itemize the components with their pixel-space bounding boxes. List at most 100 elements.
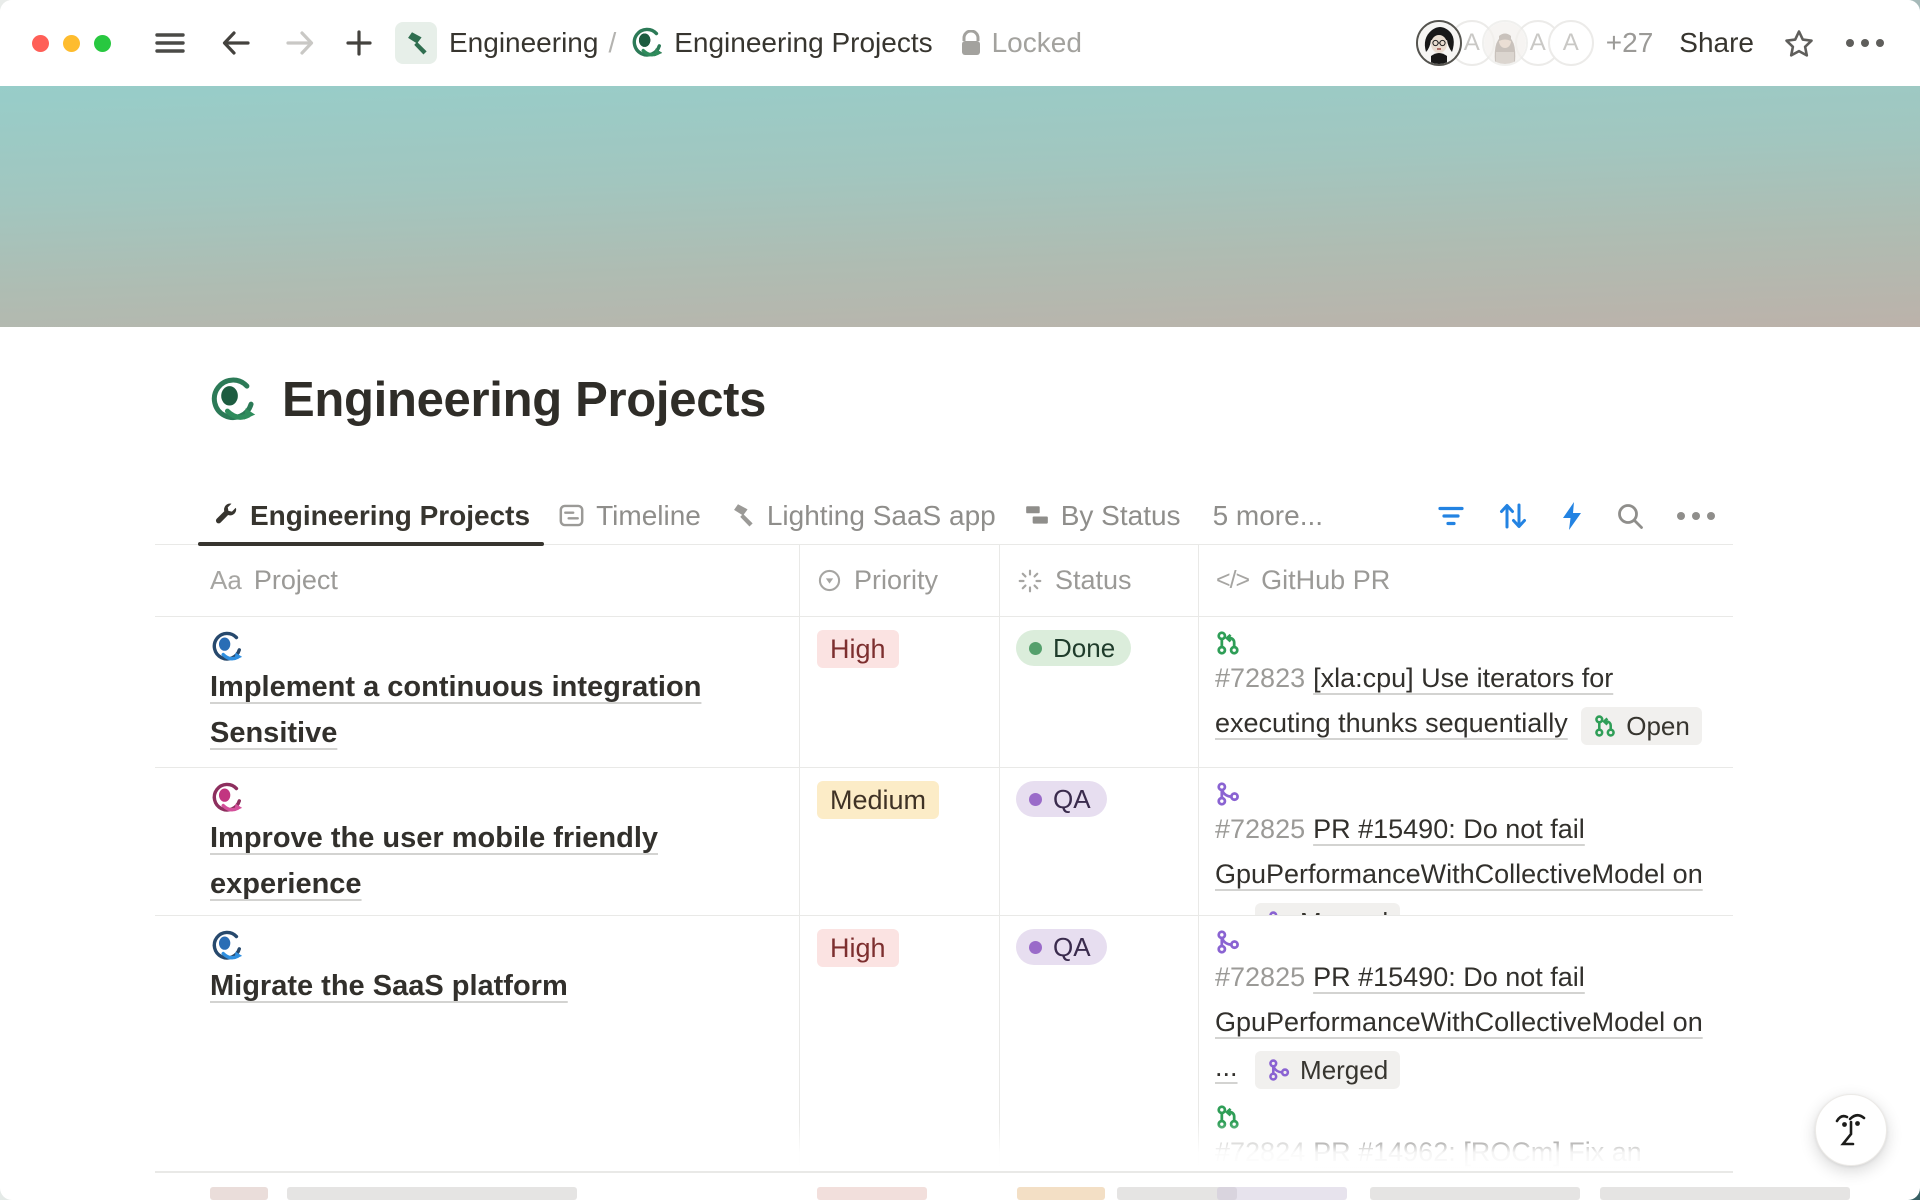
star-icon: [1784, 29, 1814, 58]
sort-button[interactable]: [1498, 502, 1528, 530]
pr-state-badge[interactable]: Open: [1581, 707, 1702, 745]
column-label: Status: [1055, 565, 1132, 596]
avatar-letter-3[interactable]: A: [1548, 20, 1594, 66]
priority-tag: High: [817, 630, 899, 668]
status-tag: QA: [1016, 781, 1107, 817]
tab-lighting-saas-app[interactable]: Lighting SaaS app: [715, 487, 1010, 544]
pr-state-badge[interactable]: Merged: [1255, 903, 1400, 916]
tab-timeline[interactable]: Timeline: [544, 487, 715, 544]
sidebar-toggle-button[interactable]: [155, 31, 185, 55]
page-cover[interactable]: [0, 86, 1920, 327]
more-views-button[interactable]: 5 more...: [1201, 500, 1335, 532]
status-label: QA: [1053, 929, 1091, 965]
table-row: Implement a continuous integration Sensi…: [155, 617, 1733, 768]
breadcrumb-separator: /: [608, 27, 616, 59]
status-tag: Done: [1016, 630, 1131, 666]
close-window-button[interactable]: [32, 35, 49, 52]
lock-label: Locked: [992, 27, 1082, 59]
pr-entry: #72825PR #15490: Do not fail GpuPerforma…: [1215, 929, 1709, 1090]
tab-label: Timeline: [596, 500, 701, 532]
bottom-fade-overlay: [155, 1122, 1733, 1171]
presence-avatars[interactable]: A A A: [1416, 20, 1594, 66]
pr-number: #72823: [1215, 663, 1305, 693]
page-header: Engineering Projects: [208, 372, 766, 428]
project-title-link[interactable]: Implement a continuous integration Sensi…: [210, 671, 701, 749]
filter-icon: [1437, 504, 1465, 528]
minimize-window-button[interactable]: [63, 35, 80, 52]
status-property-icon: [1017, 568, 1043, 594]
lock-status[interactable]: Locked: [959, 27, 1082, 59]
favorite-button[interactable]: [1784, 29, 1814, 58]
sort-icon: [1498, 502, 1528, 530]
column-header-project[interactable]: Aa Project: [155, 545, 800, 616]
status-tag: QA: [1016, 929, 1107, 965]
wrench-icon: [212, 502, 239, 529]
breadcrumb-page[interactable]: Engineering Projects: [674, 27, 932, 59]
page-title-cycle-icon[interactable]: [208, 375, 258, 425]
view-more-button[interactable]: [1677, 512, 1715, 520]
view-toolbar: [1437, 501, 1733, 531]
forward-button[interactable]: [285, 30, 315, 56]
avatar-photo-1[interactable]: [1416, 20, 1462, 66]
presence-overflow-count[interactable]: +27: [1606, 27, 1654, 59]
cell-priority[interactable]: High: [800, 617, 1000, 767]
project-title-link[interactable]: Migrate the SaaS platform: [210, 970, 568, 1002]
tab-label: Engineering Projects: [250, 500, 530, 532]
pr-open-icon: [1215, 630, 1241, 656]
view-tabs-bar: Engineering Projects Timeline Lighting S…: [155, 487, 1733, 545]
cell-status[interactable]: QA: [1000, 768, 1199, 916]
pr-open-icon: [1593, 714, 1617, 738]
filter-button[interactable]: [1437, 504, 1465, 528]
hamburger-icon: [155, 31, 185, 55]
pr-state-badge[interactable]: Merged: [1255, 1051, 1400, 1089]
pr-number: #72825: [1215, 962, 1305, 992]
forward-arrow-icon: [285, 30, 315, 56]
tab-engineering-projects[interactable]: Engineering Projects: [198, 487, 544, 544]
cell-github-pr[interactable]: #72825PR #15490: Do not fail GpuPerforma…: [1199, 768, 1733, 916]
new-page-button[interactable]: [345, 29, 373, 57]
bolt-icon: [1561, 501, 1583, 531]
search-icon: [1616, 502, 1644, 530]
lock-icon: [959, 30, 983, 57]
notion-ai-button[interactable]: [1815, 1094, 1887, 1166]
column-header-github-pr[interactable]: </> GitHub PR: [1199, 545, 1733, 616]
cell-project[interactable]: Implement a continuous integration Sensi…: [155, 617, 800, 767]
code-property-icon: </>: [1216, 566, 1249, 595]
cycle-arrow-icon: [210, 630, 244, 664]
cycle-arrow-icon: [210, 781, 244, 815]
timeline-icon: [558, 502, 585, 529]
cell-status[interactable]: Done: [1000, 617, 1199, 767]
automation-button[interactable]: [1561, 501, 1583, 531]
page-more-button[interactable]: [1846, 39, 1884, 47]
back-button[interactable]: [221, 30, 251, 56]
column-header-status[interactable]: Status: [1000, 545, 1199, 616]
column-header-priority[interactable]: Priority: [800, 545, 1000, 616]
board-icon: [1024, 503, 1050, 529]
column-label: Project: [254, 565, 338, 596]
search-button[interactable]: [1616, 502, 1644, 530]
pr-merged-icon: [1215, 781, 1241, 807]
back-arrow-icon: [221, 30, 251, 56]
avatar-photo-2[interactable]: [1482, 20, 1528, 66]
pr-merged-icon: [1215, 929, 1241, 955]
plus-icon: [345, 29, 373, 57]
cell-priority[interactable]: Medium: [800, 768, 1000, 916]
cell-project[interactable]: Improve the user mobile friendly experie…: [155, 768, 800, 916]
tab-label: By Status: [1061, 500, 1181, 532]
select-property-icon: [817, 568, 842, 593]
tab-by-status[interactable]: By Status: [1010, 487, 1195, 544]
tab-label: Lighting SaaS app: [767, 500, 996, 532]
priority-tag: Medium: [817, 781, 939, 819]
table-header-row: Aa Project Priority Status </> GitHub PR: [155, 545, 1733, 617]
breadcrumb-workspace[interactable]: Engineering: [449, 27, 598, 59]
zoom-window-button[interactable]: [94, 35, 111, 52]
traffic-lights: [32, 35, 111, 52]
status-label: Done: [1053, 630, 1115, 666]
project-title-link[interactable]: Improve the user mobile friendly experie…: [210, 822, 658, 900]
cycle-arrow-icon: [210, 929, 244, 963]
status-dot: [1029, 793, 1042, 806]
share-button[interactable]: Share: [1679, 27, 1754, 59]
cell-github-pr[interactable]: #72823[xla:cpu] Use iterators for execut…: [1199, 617, 1733, 767]
workspace-icon-chip[interactable]: [395, 22, 437, 64]
hammer-icon: [403, 30, 430, 57]
